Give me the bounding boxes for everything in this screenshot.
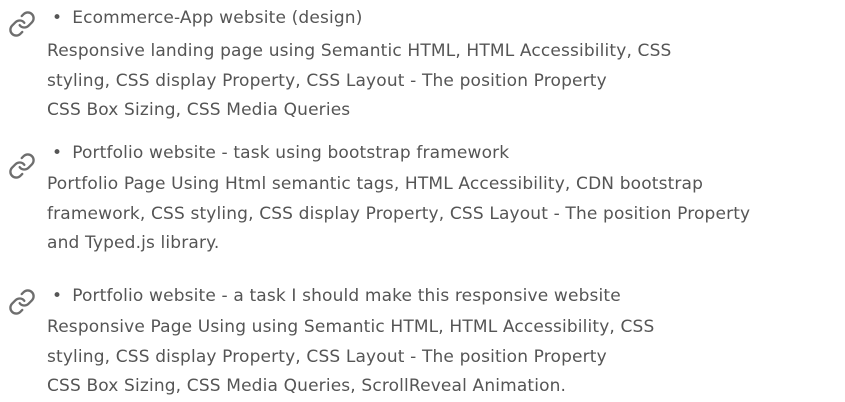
project-title: Ecommerce-App website (design) (72, 8, 363, 28)
project-description: Portfolio Page Using Html semantic tags,… (47, 170, 750, 259)
description-line: styling, CSS display Property, CSS Layou… (47, 70, 607, 91)
project-title: Portfolio website - task using bootstrap… (72, 143, 510, 163)
description-line: Responsive Page Using using Semantic HTM… (47, 317, 655, 337)
bullet: • (52, 8, 63, 28)
description-line: Responsive landing page using Semantic H… (47, 41, 672, 61)
description-line: framework, CSS styling, CSS display Prop… (47, 203, 751, 224)
description-line: and Typed.js library. (47, 233, 220, 253)
project-title-line: • Portfolio website - task using bootstra… (47, 139, 509, 168)
project-description: Responsive landing page using Semantic H… (47, 37, 671, 126)
description-line: styling, CSS display Property, CSS Layou… (47, 346, 607, 367)
project-description: Responsive Page Using using Semantic HTM… (47, 313, 654, 402)
link-icon[interactable] (8, 288, 36, 316)
project-title-line: • Ecommerce-App website (design) (47, 4, 362, 33)
project-title: Portfolio website - a task I should make… (72, 286, 621, 306)
link-icon[interactable] (8, 152, 36, 180)
description-line: CSS Box Sizing, CSS Media Queries, Scrol… (47, 376, 567, 396)
link-icon[interactable] (8, 10, 36, 38)
bullet: • (52, 143, 63, 163)
description-line: Portfolio Page Using Html semantic tags,… (47, 174, 704, 194)
bullet: • (52, 286, 63, 306)
project-title-line: • Portfolio website - a task I should mak… (47, 282, 621, 311)
description-line: CSS Box Sizing, CSS Media Queries (47, 100, 351, 120)
